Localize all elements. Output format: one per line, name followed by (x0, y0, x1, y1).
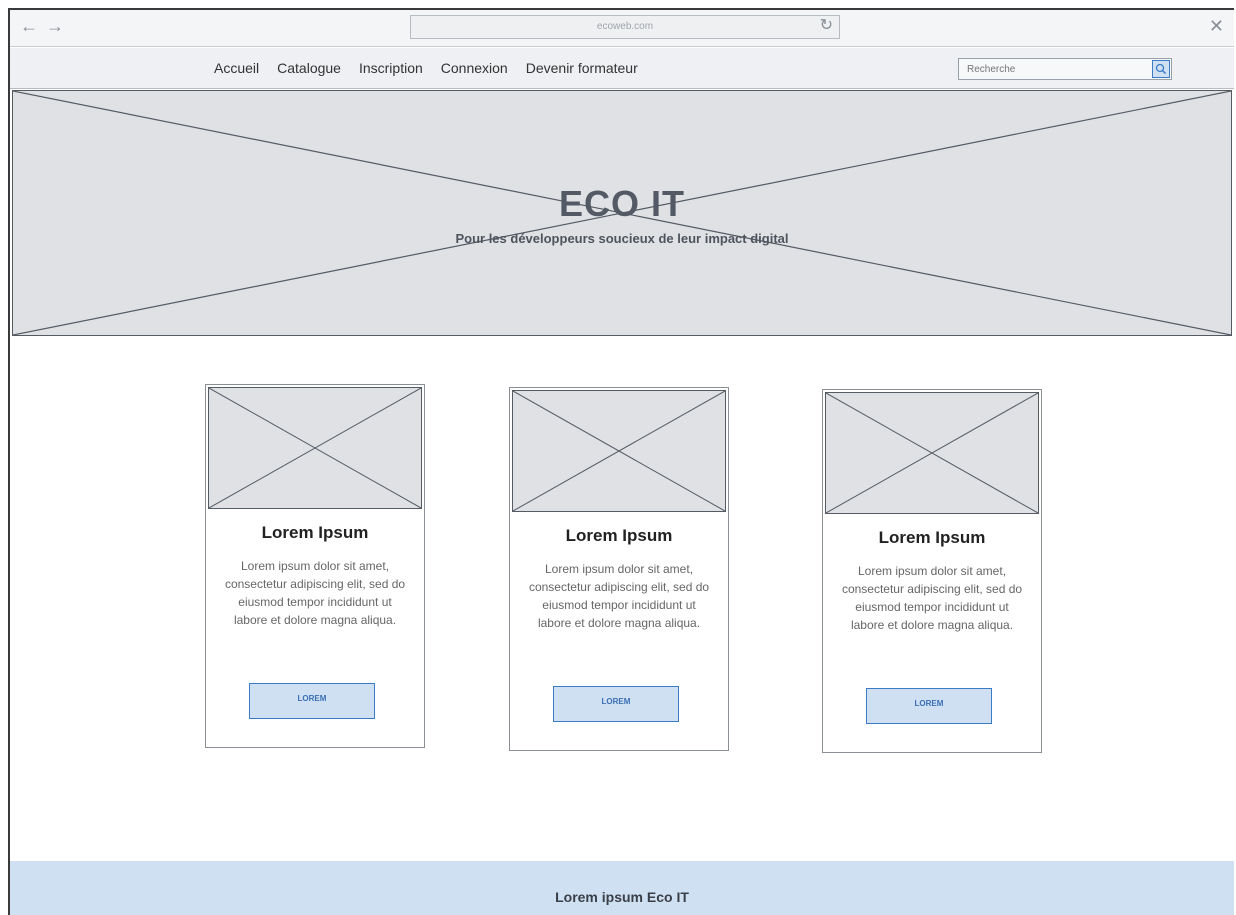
card-description: Lorem ipsum dolor sit amet, consectetur … (528, 562, 710, 630)
nav-item-inscription[interactable]: Inscription (359, 60, 423, 76)
search-button[interactable] (1152, 60, 1170, 78)
card-image-placeholder (512, 390, 726, 512)
arrow-left-icon[interactable]: ← (20, 16, 38, 36)
card-description: Lorem ipsum dolor sit amet, consectetur … (841, 564, 1023, 632)
course-card-1: Lorem Ipsum Lorem ipsum dolor sit amet, … (205, 384, 425, 748)
nav-item-devenir-formateur[interactable]: Devenir formateur (526, 60, 638, 76)
close-icon[interactable]: ✕ (1209, 16, 1224, 36)
card-placeholder-icon (512, 390, 726, 512)
browser-window: ← → ecoweb.com ↻ ✕ Accueil Catalogue Ins… (8, 8, 1234, 915)
browser-toolbar: ← → ecoweb.com ↻ ✕ (10, 10, 1234, 47)
site-navigation: Accueil Catalogue Inscription Connexion … (10, 48, 1234, 89)
search-box (958, 58, 1172, 80)
reload-icon[interactable]: ↻ (820, 16, 833, 36)
url-text: ecoweb.com (596, 21, 654, 32)
card-title: Lorem Ipsum (261, 523, 369, 542)
card-button[interactable]: LOREM (866, 688, 992, 724)
card-description: Lorem ipsum dolor sit amet, consectetur … (224, 559, 406, 627)
nav-menu: Accueil Catalogue Inscription Connexion … (214, 60, 638, 76)
hero-title: ECO IT (558, 183, 685, 224)
card-button[interactable]: LOREM (249, 683, 375, 719)
card-title: Lorem Ipsum (565, 526, 673, 545)
nav-item-accueil[interactable]: Accueil (214, 60, 259, 76)
card-image-placeholder (825, 392, 1039, 514)
card-placeholder-icon (825, 392, 1039, 514)
hero-subtitle: Pour les développeurs soucieux de leur i… (455, 231, 789, 246)
card-image-placeholder (208, 387, 422, 509)
arrow-right-icon[interactable]: → (46, 16, 64, 36)
footer: Lorem ipsum Eco IT (10, 861, 1234, 915)
course-card-2: Lorem Ipsum Lorem ipsum dolor sit amet, … (509, 387, 729, 751)
card-button[interactable]: LOREM (553, 686, 679, 722)
search-input[interactable] (959, 59, 1139, 79)
nav-item-catalogue[interactable]: Catalogue (277, 60, 341, 76)
nav-item-connexion[interactable]: Connexion (441, 60, 508, 76)
card-placeholder-icon (208, 387, 422, 509)
card-title: Lorem Ipsum (878, 528, 986, 547)
hero-banner: ECO IT Pour les développeurs soucieux de… (12, 90, 1232, 336)
search-icon (1155, 63, 1167, 75)
course-card-3: Lorem Ipsum Lorem ipsum dolor sit amet, … (822, 389, 1042, 753)
address-bar[interactable]: ecoweb.com ↻ (410, 15, 840, 39)
footer-text: Lorem ipsum Eco IT (555, 889, 689, 905)
